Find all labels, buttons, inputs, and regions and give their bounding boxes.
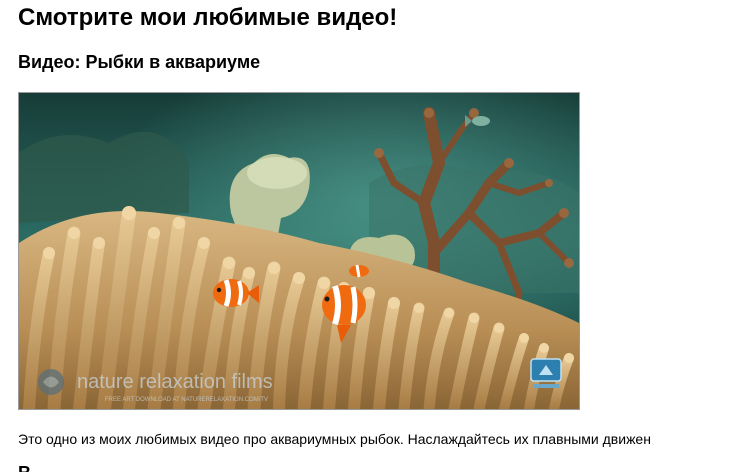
watermark-text: nature relaxation films — [77, 371, 273, 393]
watermark-subtext: FREE ART DOWNLOAD AT NATURERELAXATION.CO… — [105, 397, 268, 403]
video-player[interactable]: nature relaxation films FREE ART DOWNLOA… — [18, 92, 580, 410]
video-description: Это одно из моих любимых видео про аквар… — [18, 431, 651, 447]
page: Смотрите мои любимые видео! Видео: Рыбки… — [0, 0, 742, 472]
video-frame: nature relaxation films FREE ART DOWNLOA… — [19, 93, 579, 409]
page-title: Смотрите мои любимые видео! — [18, 4, 398, 31]
next-video-heading: В — [18, 462, 31, 472]
video-title: Видео: Рыбки в аквариуме — [18, 52, 261, 72]
